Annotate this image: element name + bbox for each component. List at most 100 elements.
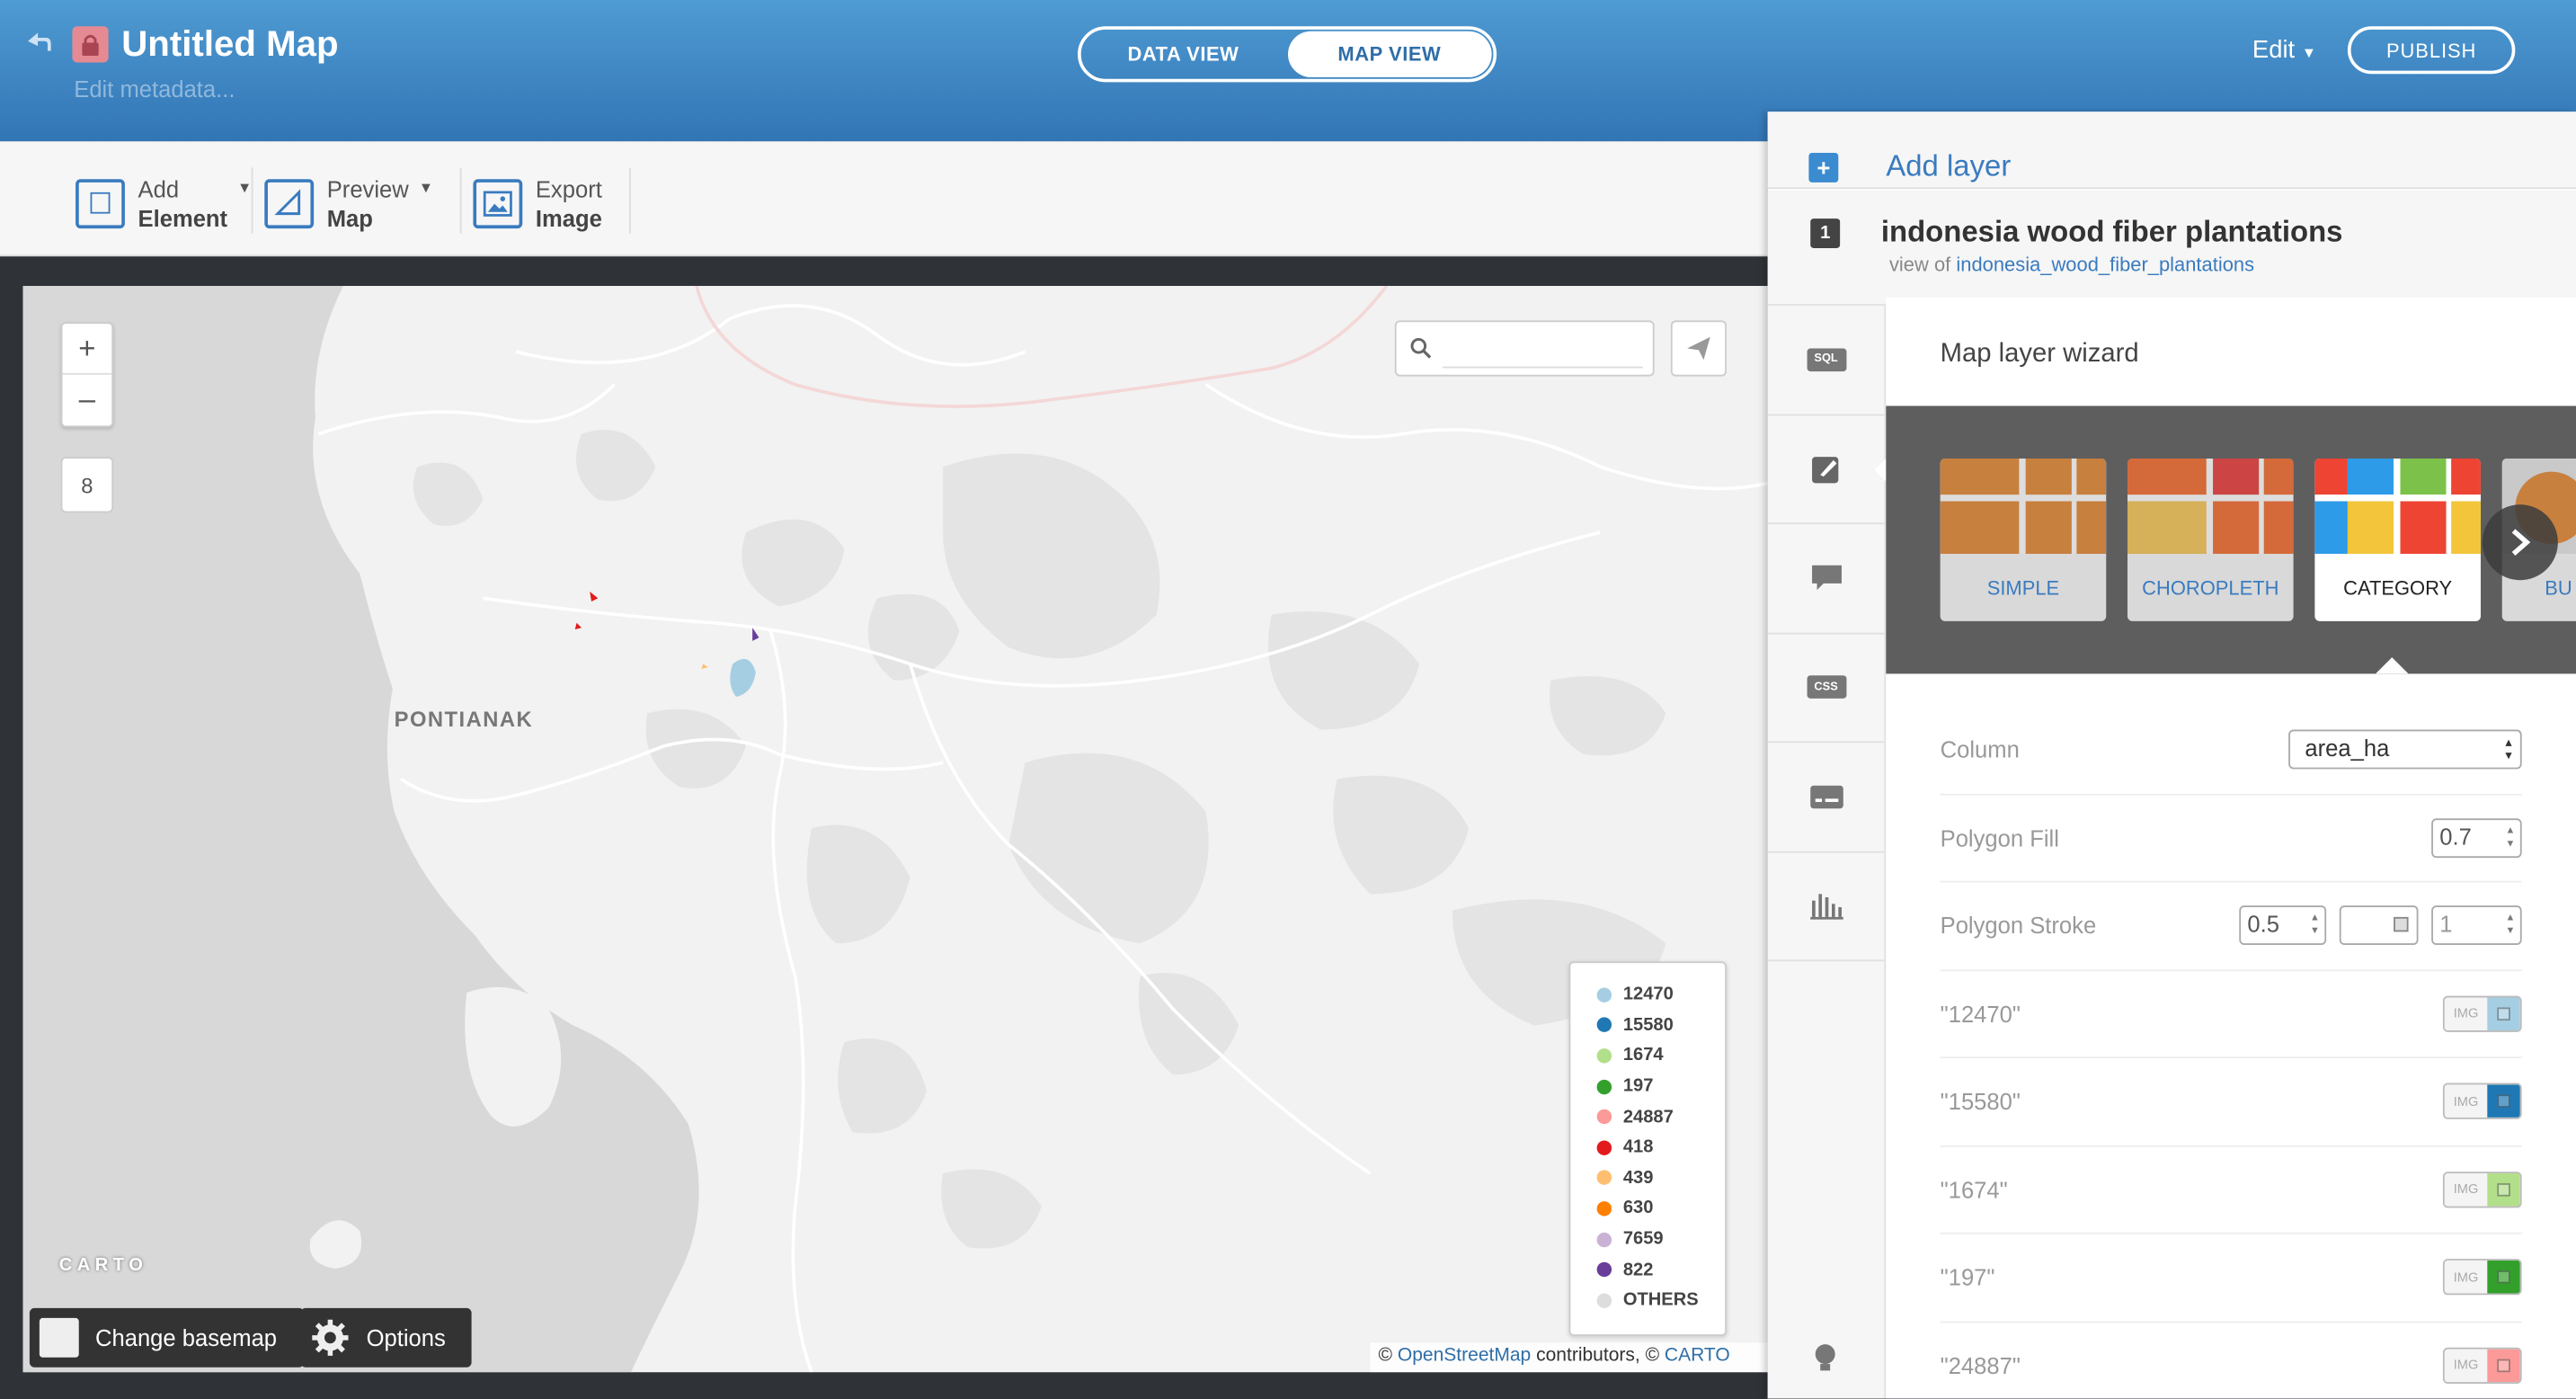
zoom-out-button[interactable]: –	[62, 375, 111, 426]
layer-name[interactable]: indonesia wood fiber plantations	[1881, 215, 2343, 249]
map-view-tab[interactable]: MAP VIEW	[1287, 31, 1492, 77]
legends-tab[interactable]	[1767, 743, 1885, 852]
options-button[interactable]: Options	[300, 1307, 473, 1368]
column-value: area_ha	[2305, 735, 2390, 762]
wizard-type-choropleth[interactable]: CHOROPLETH	[2127, 458, 2294, 621]
lock-icon[interactable]	[72, 26, 109, 63]
back-arrow-icon[interactable]	[23, 26, 57, 59]
image-fill-button[interactable]: IMG	[2444, 1261, 2488, 1294]
map-title[interactable]: Untitled Map	[121, 23, 338, 67]
legend-label: 197	[1622, 1076, 1654, 1097]
image-icon	[473, 179, 523, 229]
layer-source: view of indonesia_wood_fiber_plantations	[1889, 253, 2254, 276]
map-canvas[interactable]: + – 8 PONTIANAK CARTO 12470 15580 1674 197 2…	[22, 286, 1768, 1373]
polygon-fill-value: 0.7	[2439, 823, 2472, 850]
toolbar-divider	[251, 167, 253, 234]
brush-icon	[1811, 457, 1838, 484]
category-label: "1674"	[1940, 1176, 2008, 1203]
simple-thumbnail	[1940, 458, 2107, 554]
toolbar-divider	[629, 167, 631, 234]
histogram-icon	[1809, 894, 1843, 921]
lightbulb-icon[interactable]	[1810, 1341, 1840, 1374]
choropleth-label: CHOROPLETH	[2142, 575, 2279, 600]
caret-down-icon[interactable]: ▼	[419, 179, 433, 195]
options-label: Options	[366, 1324, 446, 1351]
wizard-type-category[interactable]: CATEGORY	[2314, 458, 2481, 621]
stepper-icon[interactable]: ▲ ▼	[2310, 913, 2320, 939]
legend-item: 12470	[1596, 979, 1726, 1010]
source-table-link[interactable]: indonesia_wood_fiber_plantations	[1956, 253, 2254, 276]
polygon-fill-opacity-input[interactable]: 0.7 ▲ ▼	[2431, 817, 2522, 858]
map-layer-wizard: Map layer wizard SIMPLE CHOROPLETH CATEG…	[1886, 297, 2576, 1399]
category-color-picker[interactable]: IMG	[2442, 995, 2522, 1032]
publish-button[interactable]: PUBLISH	[2347, 26, 2516, 75]
add-element-label-1: Add	[138, 175, 180, 202]
add-element-button[interactable]: Add Element ▼	[76, 173, 252, 235]
dropdown-icon	[2497, 1182, 2510, 1197]
stepper-icon[interactable]: ▲ ▼	[2505, 913, 2515, 939]
legend-color-dot	[1596, 1048, 1612, 1064]
legend-color-dot	[1596, 1262, 1612, 1278]
view-toggle: DATA VIEW MAP VIEW	[1078, 26, 1497, 83]
wizard-type-simple[interactable]: SIMPLE	[1940, 458, 2107, 621]
dropdown-icon	[2497, 1270, 2510, 1284]
color-swatch[interactable]	[2487, 997, 2520, 1030]
preview-map-button[interactable]: Preview Map ▼	[264, 173, 433, 235]
legend-color-dot	[1596, 1171, 1612, 1186]
color-swatch[interactable]	[2487, 1084, 2520, 1118]
wizard-title: Map layer wizard	[1940, 340, 2139, 369]
color-swatch[interactable]	[2487, 1172, 2520, 1207]
share-button[interactable]	[1670, 320, 1728, 377]
category-row: "197" IMG	[1940, 1234, 2522, 1323]
zoom-in-button[interactable]: +	[62, 324, 112, 375]
edit-menu-label: Edit	[2252, 36, 2296, 65]
legend-item: 1674	[1596, 1040, 1726, 1071]
image-fill-button[interactable]: IMG	[2444, 997, 2488, 1030]
polygon-fill-label: Polygon Fill	[1940, 824, 2059, 851]
wizard-tab[interactable]	[1767, 415, 1887, 525]
color-swatch[interactable]	[2487, 1349, 2520, 1382]
carto-link[interactable]: CARTO	[1665, 1346, 1730, 1366]
edit-menu[interactable]: Edit ▼	[2252, 36, 2316, 64]
legend-item: 630	[1596, 1193, 1726, 1224]
css-tab[interactable]: CSS	[1767, 634, 1885, 744]
zoom-control: + –	[60, 322, 114, 428]
filters-tab[interactable]	[1767, 852, 1885, 962]
image-fill-button[interactable]: IMG	[2444, 1084, 2488, 1118]
image-fill-button[interactable]: IMG	[2444, 1349, 2488, 1382]
export-image-button[interactable]: Export Image	[473, 173, 602, 235]
attribution-middle: contributors, ©	[1531, 1345, 1665, 1366]
column-select[interactable]: area_ha ▴ ▾	[2288, 730, 2522, 770]
preview-map-label-2: Map	[326, 205, 373, 232]
color-swatch[interactable]	[2487, 1261, 2520, 1294]
add-layer-bar[interactable]: + Add layer	[1767, 111, 2576, 190]
dropdown-icon	[2497, 1359, 2510, 1372]
openstreetmap-link[interactable]: OpenStreetMap	[1398, 1346, 1531, 1366]
map-search-input[interactable]	[1442, 332, 1643, 369]
legend-color-dot	[1596, 1292, 1612, 1308]
category-color-picker[interactable]: IMG	[2442, 1171, 2522, 1207]
data-view-tab[interactable]: DATA VIEW	[1081, 30, 1286, 79]
category-color-picker[interactable]: IMG	[2442, 1259, 2522, 1296]
legend-label: 7659	[1622, 1229, 1664, 1250]
edit-metadata-link[interactable]: Edit metadata...	[74, 76, 235, 102]
carousel-next-button[interactable]	[2482, 504, 2558, 581]
category-color-picker[interactable]: IMG	[2442, 1083, 2522, 1120]
polygon-stroke-opacity-input[interactable]: 1 ▲ ▼	[2431, 905, 2522, 946]
caret-down-icon[interactable]: ▼	[237, 179, 252, 195]
category-color-picker[interactable]: IMG	[2442, 1347, 2522, 1384]
add-element-icon	[76, 179, 125, 229]
infowindow-tab[interactable]	[1767, 524, 1885, 634]
sql-tab[interactable]: SQL	[1767, 306, 1885, 415]
polygon-stroke-color-input[interactable]	[2339, 905, 2419, 946]
legend-item: 197	[1596, 1071, 1726, 1101]
image-fill-button[interactable]: IMG	[2444, 1172, 2488, 1207]
category-thumbnail	[2314, 458, 2481, 554]
change-basemap-button[interactable]: Change basemap	[29, 1307, 304, 1368]
sql-icon: SQL	[1806, 348, 1846, 371]
caret-down-icon: ▼	[2301, 44, 2317, 61]
legend-label: OTHERS	[1622, 1290, 1699, 1311]
polygon-stroke-width-input[interactable]: 0.5 ▲ ▼	[2239, 905, 2327, 946]
map-legend: 12470 15580 1674 197 24887 418 439 630 7659 822 OT…	[1568, 961, 1728, 1337]
stepper-icon[interactable]: ▲ ▼	[2505, 824, 2515, 851]
